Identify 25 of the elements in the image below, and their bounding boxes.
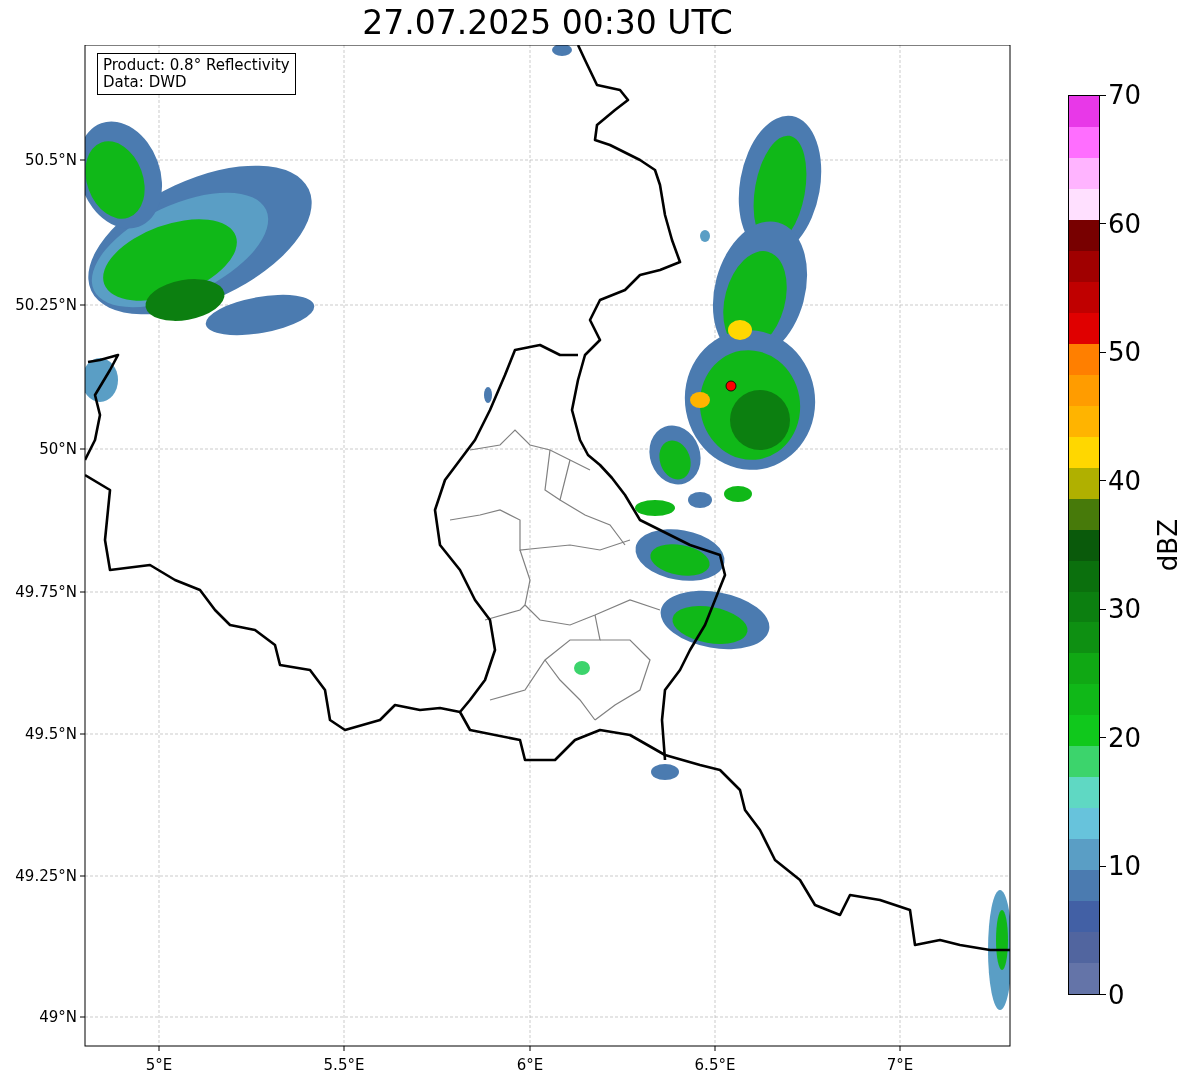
colorbar-tick-label: 10 [1108, 851, 1142, 882]
latitude-label: 50.5°N [24, 151, 77, 169]
radar-site-marker [725, 380, 737, 392]
colorbar-tick-label: 20 [1108, 722, 1142, 753]
colorbar-tick-label: 50 [1108, 337, 1142, 368]
info-line: Product: 0.8° Reflectivity [103, 57, 290, 74]
latitude-label: 49.25°N [15, 867, 77, 885]
colorbar-tick-label: 70 [1108, 80, 1142, 110]
plot-title: 27.07.2025 00:30 UTC [362, 3, 733, 42]
latitude-label: 50°N [39, 440, 77, 458]
latitude-label: 49.5°N [24, 725, 77, 743]
colorbar-tick-label: 40 [1108, 465, 1142, 496]
colorbar-tick-label: 0 [1108, 979, 1125, 1010]
longitude-label: 7°E [886, 1056, 914, 1074]
latitude-label: 49.75°N [15, 583, 77, 601]
colorbar-tick-label: 30 [1108, 594, 1142, 625]
colorbar-tick-label: 60 [1108, 208, 1142, 239]
longitude-label: 6°E [516, 1056, 544, 1074]
colorbar-label: dBZ [1153, 518, 1184, 572]
latitude-label: 50.25°N [15, 296, 77, 314]
longitude-label: 5.5°E [323, 1056, 365, 1074]
longitude-label: 6.5°E [694, 1056, 736, 1074]
latitude-label: 49°N [39, 1008, 77, 1026]
info-line: Data: DWD [103, 74, 188, 91]
longitude-label: 5°E [145, 1056, 173, 1074]
